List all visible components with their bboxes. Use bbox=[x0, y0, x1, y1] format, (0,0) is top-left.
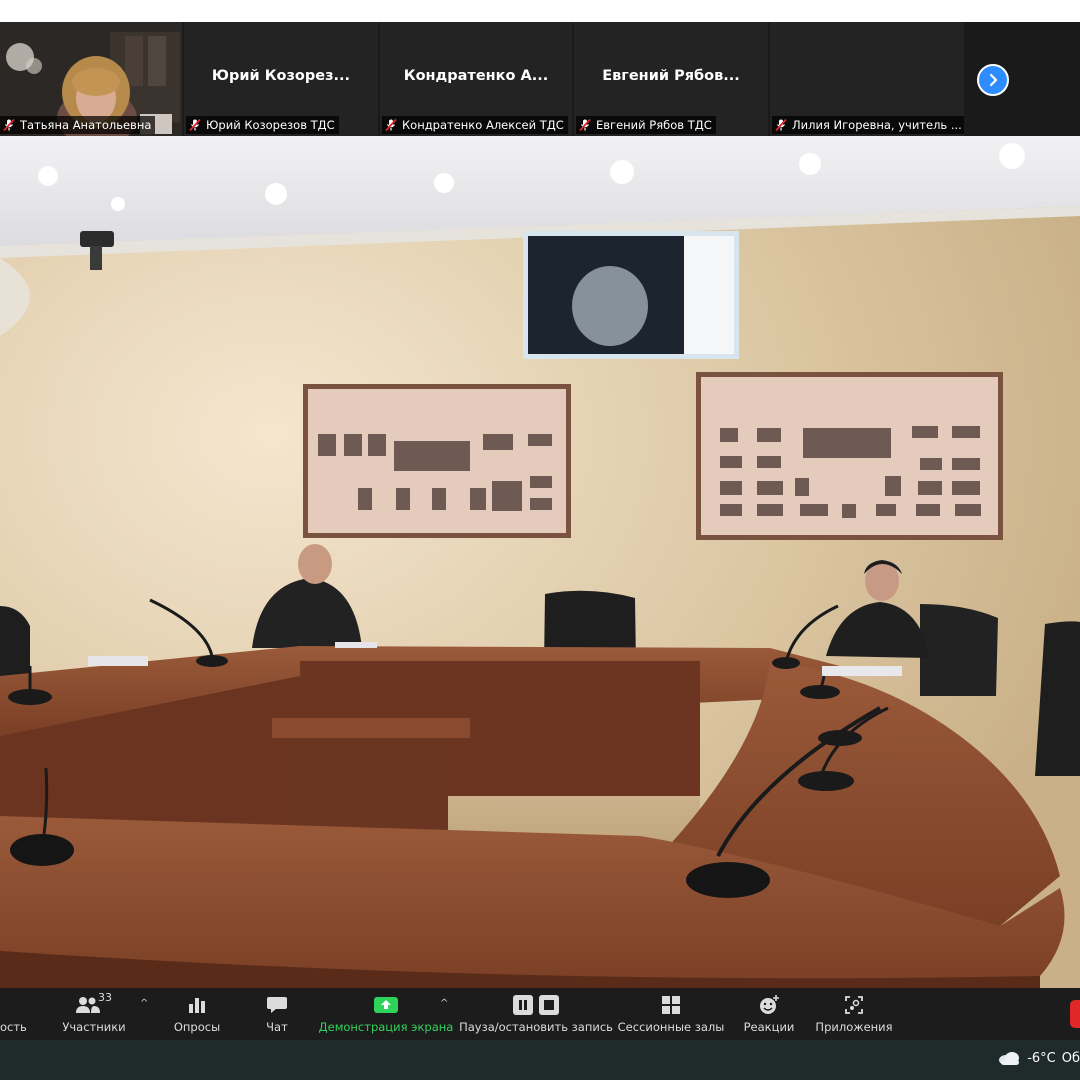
chat-icon bbox=[267, 997, 287, 1013]
chevron-right-icon bbox=[989, 73, 998, 87]
cloud-icon bbox=[999, 1052, 1020, 1065]
apps-icon-wrap bbox=[844, 994, 864, 1016]
participant-display-name: Юрий Козорез... bbox=[211, 68, 351, 84]
chat-icon-wrap bbox=[266, 994, 288, 1016]
participant-caption: Евгений Рябов ТДС bbox=[576, 116, 716, 134]
share-screen-button[interactable]: Демонстрация экрана bbox=[319, 988, 453, 1040]
participant-caption: Кондратенко Алексей ТДС bbox=[382, 116, 568, 134]
mic-muted-icon bbox=[579, 118, 591, 132]
participants-count: 33 bbox=[98, 991, 112, 1004]
reactions-button[interactable]: Реакции bbox=[740, 988, 798, 1040]
recording-controls[interactable]: Пауза/остановить запись bbox=[459, 988, 613, 1040]
reactions-icon bbox=[760, 995, 779, 1014]
mic-muted-icon bbox=[3, 118, 15, 132]
participant-caption: Лилия Игоревна, учитель ... bbox=[772, 116, 964, 134]
participant-caption: Юрий Козорезов ТДС bbox=[186, 116, 339, 134]
next-page-button[interactable] bbox=[977, 64, 1009, 96]
participant-tile-2[interactable]: Юрий Козорез... Юрий Козорезов ТДС bbox=[184, 22, 378, 136]
conference-room-image bbox=[0, 136, 1080, 988]
share-screen-label: Демонстрация экрана bbox=[318, 1020, 454, 1034]
participant-name: Кондратенко Алексей ТДС bbox=[402, 118, 564, 132]
participant-caption: Татьяна Анатольевна bbox=[0, 116, 156, 134]
mic-muted-icon bbox=[189, 118, 201, 132]
main-video-feed bbox=[0, 136, 1080, 988]
chat-label: Чат bbox=[266, 1020, 288, 1034]
participant-tile-5[interactable]: Лилия Игоревна, учитель ... bbox=[770, 22, 964, 136]
breakout-icon-wrap bbox=[661, 994, 681, 1016]
participant-name: Евгений Рябов ТДС bbox=[596, 118, 712, 132]
participants-label: Участники bbox=[62, 1020, 126, 1034]
polls-icon-wrap bbox=[187, 994, 207, 1016]
polls-icon bbox=[189, 998, 205, 1013]
breakout-rooms-icon bbox=[662, 996, 680, 1014]
top-white-band bbox=[0, 0, 1080, 22]
recording-label: Пауза/остановить запись bbox=[459, 1020, 613, 1034]
participant-name: Лилия Игоревна, учитель ... bbox=[792, 118, 962, 132]
end-meeting-button[interactable] bbox=[1070, 1000, 1080, 1028]
participant-tile-1[interactable]: Татьяна Анатольевна bbox=[0, 22, 182, 136]
weather-widget[interactable]: -6°C Об bbox=[997, 1050, 1080, 1066]
share-icon-wrap bbox=[373, 994, 399, 1016]
pause-icon bbox=[513, 995, 533, 1015]
share-screen-icon bbox=[374, 997, 398, 1013]
security-button[interactable]: ость bbox=[0, 988, 27, 1040]
participant-display-name: Кондратенко А... bbox=[403, 68, 549, 84]
participants-caret-icon[interactable]: ^ bbox=[140, 998, 148, 1009]
participant-tile-3[interactable]: Кондратенко А... Кондратенко Алексей ТДС bbox=[380, 22, 572, 136]
os-taskbar: -6°C Об bbox=[0, 1040, 1080, 1080]
apps-button[interactable]: Приложения bbox=[812, 988, 896, 1040]
mic-muted-icon bbox=[385, 118, 397, 132]
stop-icon bbox=[539, 995, 559, 1015]
apps-icon bbox=[845, 996, 863, 1014]
reactions-label: Реакции bbox=[743, 1020, 795, 1034]
security-label: ость bbox=[0, 1020, 27, 1034]
participant-name: Юрий Козорезов ТДС bbox=[206, 118, 335, 132]
recording-icons bbox=[513, 994, 559, 1016]
temperature: -6°C bbox=[1027, 1050, 1056, 1066]
participant-tile-4[interactable]: Евгений Рябов... Евгений Рябов ТДС bbox=[574, 22, 768, 136]
shield-icon bbox=[0, 994, 20, 1016]
mic-muted-icon bbox=[775, 118, 787, 132]
meeting-toolbar: ость 33 Участники ^ Опросы Чат Демонстра… bbox=[0, 988, 1080, 1040]
polls-label: Опросы bbox=[173, 1020, 221, 1034]
participants-icon-wrap: 33 bbox=[74, 991, 114, 1016]
chat-button[interactable]: Чат bbox=[256, 988, 298, 1040]
participant-name: Татьяна Анатольевна bbox=[20, 118, 152, 132]
apps-label: Приложения bbox=[815, 1020, 893, 1034]
participant-display-name: Евгений Рябов... bbox=[602, 68, 740, 84]
polls-button[interactable]: Опросы bbox=[168, 988, 226, 1040]
reactions-icon-wrap bbox=[758, 994, 780, 1016]
weather-text: Об bbox=[1061, 1050, 1080, 1066]
breakout-rooms-label: Сессионные залы bbox=[617, 1020, 725, 1034]
participants-button[interactable]: 33 Участники bbox=[58, 988, 130, 1040]
participant-strip: Татьяна Анатольевна Юрий Козорез... Юрий… bbox=[0, 22, 1080, 136]
share-caret-icon[interactable]: ^ bbox=[440, 998, 448, 1009]
breakout-rooms-button[interactable]: Сессионные залы bbox=[618, 988, 724, 1040]
